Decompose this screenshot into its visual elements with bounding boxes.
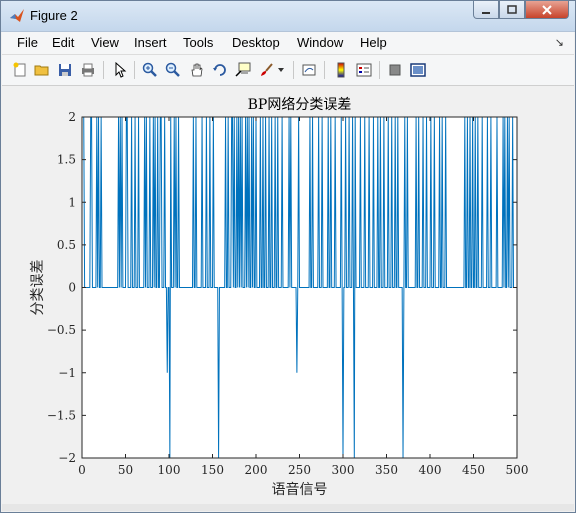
save-icon[interactable]: [56, 61, 74, 79]
x-tick-label: 150: [201, 463, 224, 477]
dock-arrow-icon[interactable]: ↘: [555, 36, 564, 49]
figure-toolbar: [2, 55, 574, 86]
pointer-icon[interactable]: [111, 61, 129, 79]
show-plot-tools-icon[interactable]: [409, 61, 427, 79]
x-tick-label: 250: [288, 463, 311, 477]
x-axis-label: 语音信号: [272, 481, 328, 498]
y-tick-label: −0.5: [47, 323, 76, 337]
title-bar[interactable]: Figure 2: [1, 1, 575, 32]
zoom-out-icon[interactable]: [164, 61, 182, 79]
rotate-3d-icon[interactable]: [211, 61, 229, 79]
x-tick-label: 0: [78, 463, 86, 477]
menu-window[interactable]: Window: [297, 35, 343, 50]
menu-file[interactable]: File: [17, 35, 38, 50]
y-tick-label: 2: [68, 110, 76, 124]
matlab-logo-icon: [10, 9, 24, 22]
print-icon[interactable]: [79, 61, 97, 79]
maximize-button[interactable]: [499, 1, 525, 19]
close-icon: [542, 4, 552, 15]
x-tick-label: 100: [158, 463, 181, 477]
zoom-in-icon[interactable]: [141, 61, 159, 79]
y-tick-label: 0: [68, 281, 76, 295]
x-tick-label: 50: [118, 463, 133, 477]
window-title: Figure 2: [30, 8, 78, 23]
maximize-icon: [507, 4, 517, 14]
x-tick-label: 450: [462, 463, 485, 477]
colorbar-icon[interactable]: [332, 61, 350, 79]
y-tick-label: −1.5: [47, 408, 76, 422]
chart-title: BP网络分类误差: [248, 97, 352, 113]
link-plot-icon[interactable]: [300, 61, 318, 79]
menu-bar: File Edit View Insert Tools Desktop Wind…: [2, 32, 574, 55]
menu-desktop[interactable]: Desktop: [232, 35, 280, 50]
minimize-icon: [482, 11, 490, 14]
y-tick-label: 1.5: [57, 153, 76, 167]
brush-icon[interactable]: [258, 61, 276, 79]
y-axis-label: 分类误差: [30, 260, 46, 316]
pan-hand-icon[interactable]: [188, 61, 206, 79]
plot-svg: 0 50 100 150 200 250 300 350 400 450 500 −2 −1.5 −1 −…: [30, 97, 529, 498]
menu-edit[interactable]: Edit: [52, 35, 74, 50]
menu-view[interactable]: View: [91, 35, 119, 50]
new-figure-icon[interactable]: [11, 61, 29, 79]
x-tick-label: 350: [375, 463, 398, 477]
y-tick-label: 1: [68, 195, 76, 209]
menu-tools[interactable]: Tools: [183, 35, 213, 50]
hide-plot-tools-icon[interactable]: [386, 61, 404, 79]
x-tick-label: 400: [419, 463, 442, 477]
figure-canvas[interactable]: 0 50 100 150 200 250 300 350 400 450 500 −2 −1.5 −1 −…: [2, 86, 574, 504]
y-tick-label: −2: [58, 451, 76, 465]
x-tick-label: 500: [506, 463, 529, 477]
dropdown-arrow-icon[interactable]: [276, 61, 286, 79]
status-strip: [2, 504, 574, 511]
figure-window: Figure 2 File Edit View Insert Tools Des…: [0, 0, 576, 513]
y-tick-label: 0.5: [57, 238, 76, 252]
menu-help[interactable]: Help: [360, 35, 387, 50]
data-cursor-icon[interactable]: [234, 61, 252, 79]
minimize-button[interactable]: [473, 1, 499, 19]
menu-insert[interactable]: Insert: [134, 35, 167, 50]
open-folder-icon[interactable]: [33, 61, 51, 79]
x-tick-label: 300: [332, 463, 355, 477]
close-button[interactable]: [525, 1, 569, 19]
y-tick-label: −1: [58, 366, 76, 380]
x-tick-label: 200: [245, 463, 268, 477]
legend-icon[interactable]: [355, 61, 373, 79]
